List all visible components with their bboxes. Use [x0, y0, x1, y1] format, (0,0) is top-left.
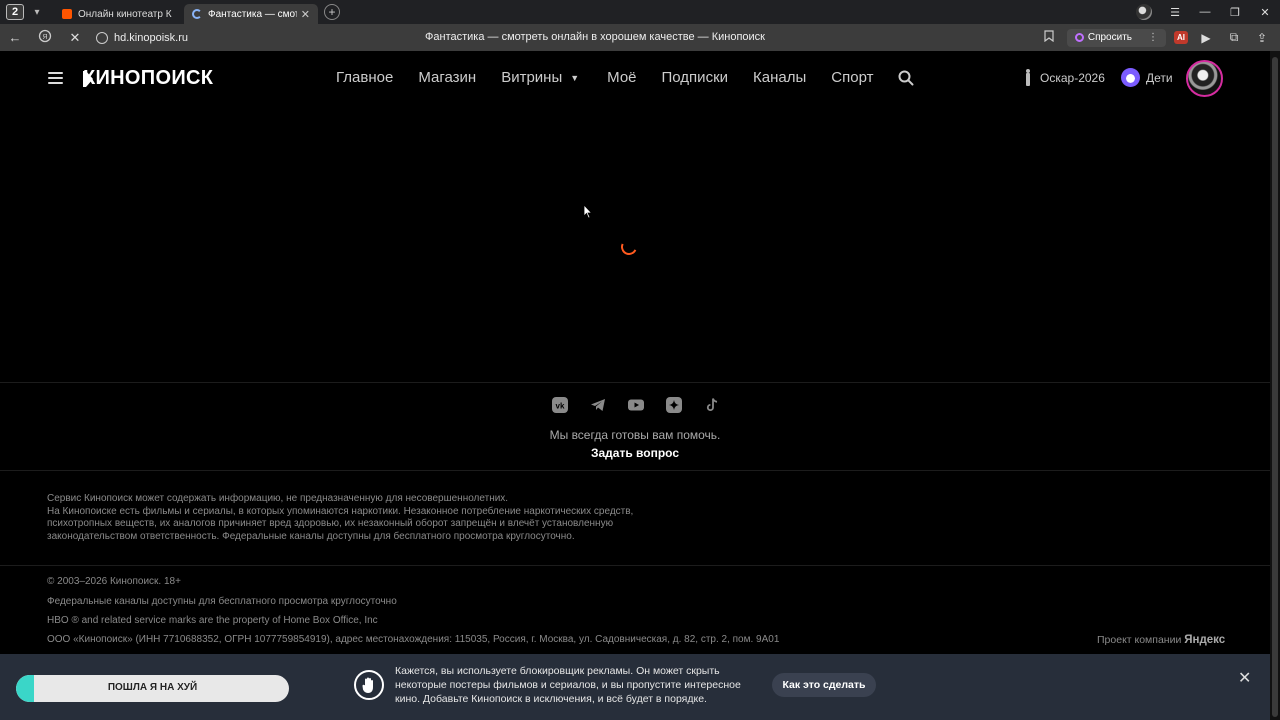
legal-info: ООО «Кинопоиск» (ИНН 7710688352, ОГРН 10… [47, 634, 780, 645]
tab-count-badge[interactable]: 2 [6, 4, 24, 20]
yandex-logo: Яндекс [1184, 634, 1226, 646]
browser-tab-bar: 2 ▾ Онлайн кинотеатр Кинопоиск Фантастик… [0, 0, 1280, 24]
disclaimer-line: психотропных веществ, их аналогов причин… [47, 518, 614, 529]
scrollbar-thumb[interactable] [1272, 57, 1278, 717]
ask-ai-button[interactable]: Спросить ⋮ [1066, 28, 1166, 47]
browser-tab-kinopoisk-home[interactable]: Онлайн кинотеатр Кинопоиск [54, 4, 180, 24]
ask-label: Спросить [1087, 32, 1132, 43]
adblock-message-line: Кажется, вы используете блокировщик рекл… [395, 665, 720, 677]
chevron-down-icon: ▼ [570, 72, 580, 83]
dzen-icon[interactable] [666, 397, 682, 413]
user-avatar[interactable] [1186, 60, 1223, 97]
toolbar-right-group: Спросить ⋮ AI ▶ ⧉ ⇪ [1039, 28, 1280, 47]
new-tab-button[interactable]: + [324, 4, 340, 20]
disclaimer-line: Сервис Кинопоиск может содержать информа… [47, 493, 509, 504]
back-arrow-icon[interactable]: ← [0, 30, 30, 45]
close-icon[interactable]: ✕ [1238, 668, 1251, 688]
age-disclaimer: Сервис Кинопоиск может содержать информа… [47, 493, 687, 543]
hbo-trademark: HBO ® and related service marks are the … [47, 615, 378, 626]
oscar-link[interactable]: Оскар-2026 [1024, 69, 1105, 86]
adblock-message-line: некоторые постеры фильмов и сериалов, и … [395, 679, 741, 691]
bookmark-icon[interactable] [1039, 30, 1059, 45]
nav-item-showcases[interactable]: Витрины ▼ [501, 69, 579, 86]
footer-divider [0, 470, 1270, 471]
oscar-statuette-icon [1024, 69, 1032, 86]
site-header: КИНОПОИСК Главное Магазин Витрины ▼ Моё … [0, 51, 1270, 105]
restore-icon[interactable]: ❐ [1220, 6, 1250, 19]
adblock-message-line: кино. Добавьте Кинопоиск в исключения, и… [395, 693, 707, 705]
footer-divider [0, 565, 1270, 566]
svg-text:Я: Я [42, 34, 47, 41]
ask-question-link[interactable]: Задать вопрос [0, 446, 1270, 460]
ai-translate-badge[interactable]: AI [1174, 31, 1188, 44]
close-tab-icon[interactable]: ✕ [301, 8, 310, 21]
browser-toolbar: ← Я ✕ hd.kinopoisk.ru Фантастика — смотр… [0, 24, 1280, 51]
nav-item-sport[interactable]: Спорт [831, 69, 873, 86]
share-icon[interactable]: ⇪ [1252, 31, 1272, 45]
site-info-icon[interactable] [96, 31, 108, 44]
yandex-project-link[interactable]: Проект компании Яндекс [1097, 634, 1225, 646]
project-prefix: Проект компании [1097, 634, 1182, 646]
page-title-display: Фантастика — смотреть онлайн в хорошем к… [425, 31, 765, 43]
browser-profile-avatar[interactable] [1136, 4, 1152, 20]
search-icon[interactable] [898, 70, 914, 86]
kids-label: Дети [1146, 70, 1173, 85]
loading-spinner-icon [192, 9, 202, 19]
oscar-label: Оскар-2026 [1040, 70, 1105, 85]
pill-text: ПОШЛА Я НА ХУЙ [107, 682, 198, 693]
nav-item-main[interactable]: Главное [336, 69, 393, 86]
logo-text: КИНОПОИСК [83, 67, 214, 89]
address-bar[interactable]: hd.kinopoisk.ru [114, 32, 264, 44]
disclaimer-line: На Кинопоиске есть фильмы и сериалы, в к… [47, 505, 634, 517]
page-scrollbar[interactable] [1270, 51, 1280, 720]
tab-title: Фантастика — смотреть онлайн в хорошем к… [208, 8, 297, 20]
browser-tab-fantastika[interactable]: Фантастика — смотреть онлайн в хорошем к… [184, 4, 318, 24]
federal-channels-note: Федеральные каналы доступны для бесплатн… [47, 596, 397, 607]
adblock-banner: ПОШЛА Я НА ХУЙ Кажется, вы используете б… [0, 654, 1270, 720]
hamburger-menu-icon[interactable] [48, 72, 63, 84]
more-vertical-icon[interactable]: ⋮ [1148, 32, 1158, 43]
extension-overlay-pill[interactable]: ПОШЛА Я НА ХУЙ [16, 675, 289, 702]
nav-item-subscriptions[interactable]: Подписки [662, 69, 729, 86]
kinopoisk-favicon-icon [62, 9, 72, 19]
close-window-icon[interactable]: ✕ [1250, 6, 1280, 19]
alice-icon [1074, 33, 1084, 42]
kids-link[interactable]: Дети [1121, 68, 1173, 87]
youtube-icon[interactable] [628, 397, 644, 413]
social-links: vk [552, 397, 720, 413]
kids-bunny-icon [1121, 68, 1140, 87]
nav-item-store[interactable]: Магазин [418, 69, 476, 86]
downloads-icon[interactable]: ⧉ [1224, 30, 1244, 45]
tiktok-icon[interactable] [704, 397, 720, 413]
help-text: Мы всегда готовы вам помочь. [549, 428, 721, 442]
nav-item-label: Витрины [501, 69, 563, 86]
tab-title: Онлайн кинотеатр Кинопоиск [78, 8, 172, 20]
stop-loading-icon[interactable]: ✕ [60, 30, 90, 46]
browser-menu-icon[interactable]: ☰ [1160, 6, 1190, 19]
main-nav: Главное Магазин Витрины ▼ Моё Подписки К… [336, 69, 898, 86]
loading-spinner [618, 236, 640, 258]
nav-item-channels[interactable]: Каналы [753, 69, 806, 86]
disclaimer-line: законодательством ответственность. Федер… [47, 530, 575, 542]
tab-list-chevron-icon[interactable]: ▾ [28, 3, 46, 21]
stop-hand-icon [354, 670, 384, 700]
window-controls: ☰ — ❐ ✕ [1136, 0, 1280, 24]
yandex-id-icon[interactable]: Я [30, 29, 60, 46]
media-player-icon[interactable]: ▶ [1196, 31, 1216, 45]
kinopoisk-logo[interactable]: КИНОПОИСК [83, 67, 213, 90]
minimize-icon[interactable]: — [1190, 6, 1220, 18]
vk-icon[interactable]: vk [552, 397, 568, 413]
kinopoisk-logo-mark-icon [83, 70, 93, 87]
footer-divider [0, 382, 1270, 383]
adblock-message: Кажется, вы используете блокировщик рекл… [395, 664, 755, 706]
svg-text:vk: vk [556, 402, 565, 411]
how-to-button[interactable]: Как это сделать [772, 673, 876, 697]
telegram-icon[interactable] [590, 397, 606, 413]
copyright: © 2003–2026 Кинопоиск. 18+ [47, 576, 181, 587]
nav-item-my[interactable]: Моё [607, 69, 636, 86]
